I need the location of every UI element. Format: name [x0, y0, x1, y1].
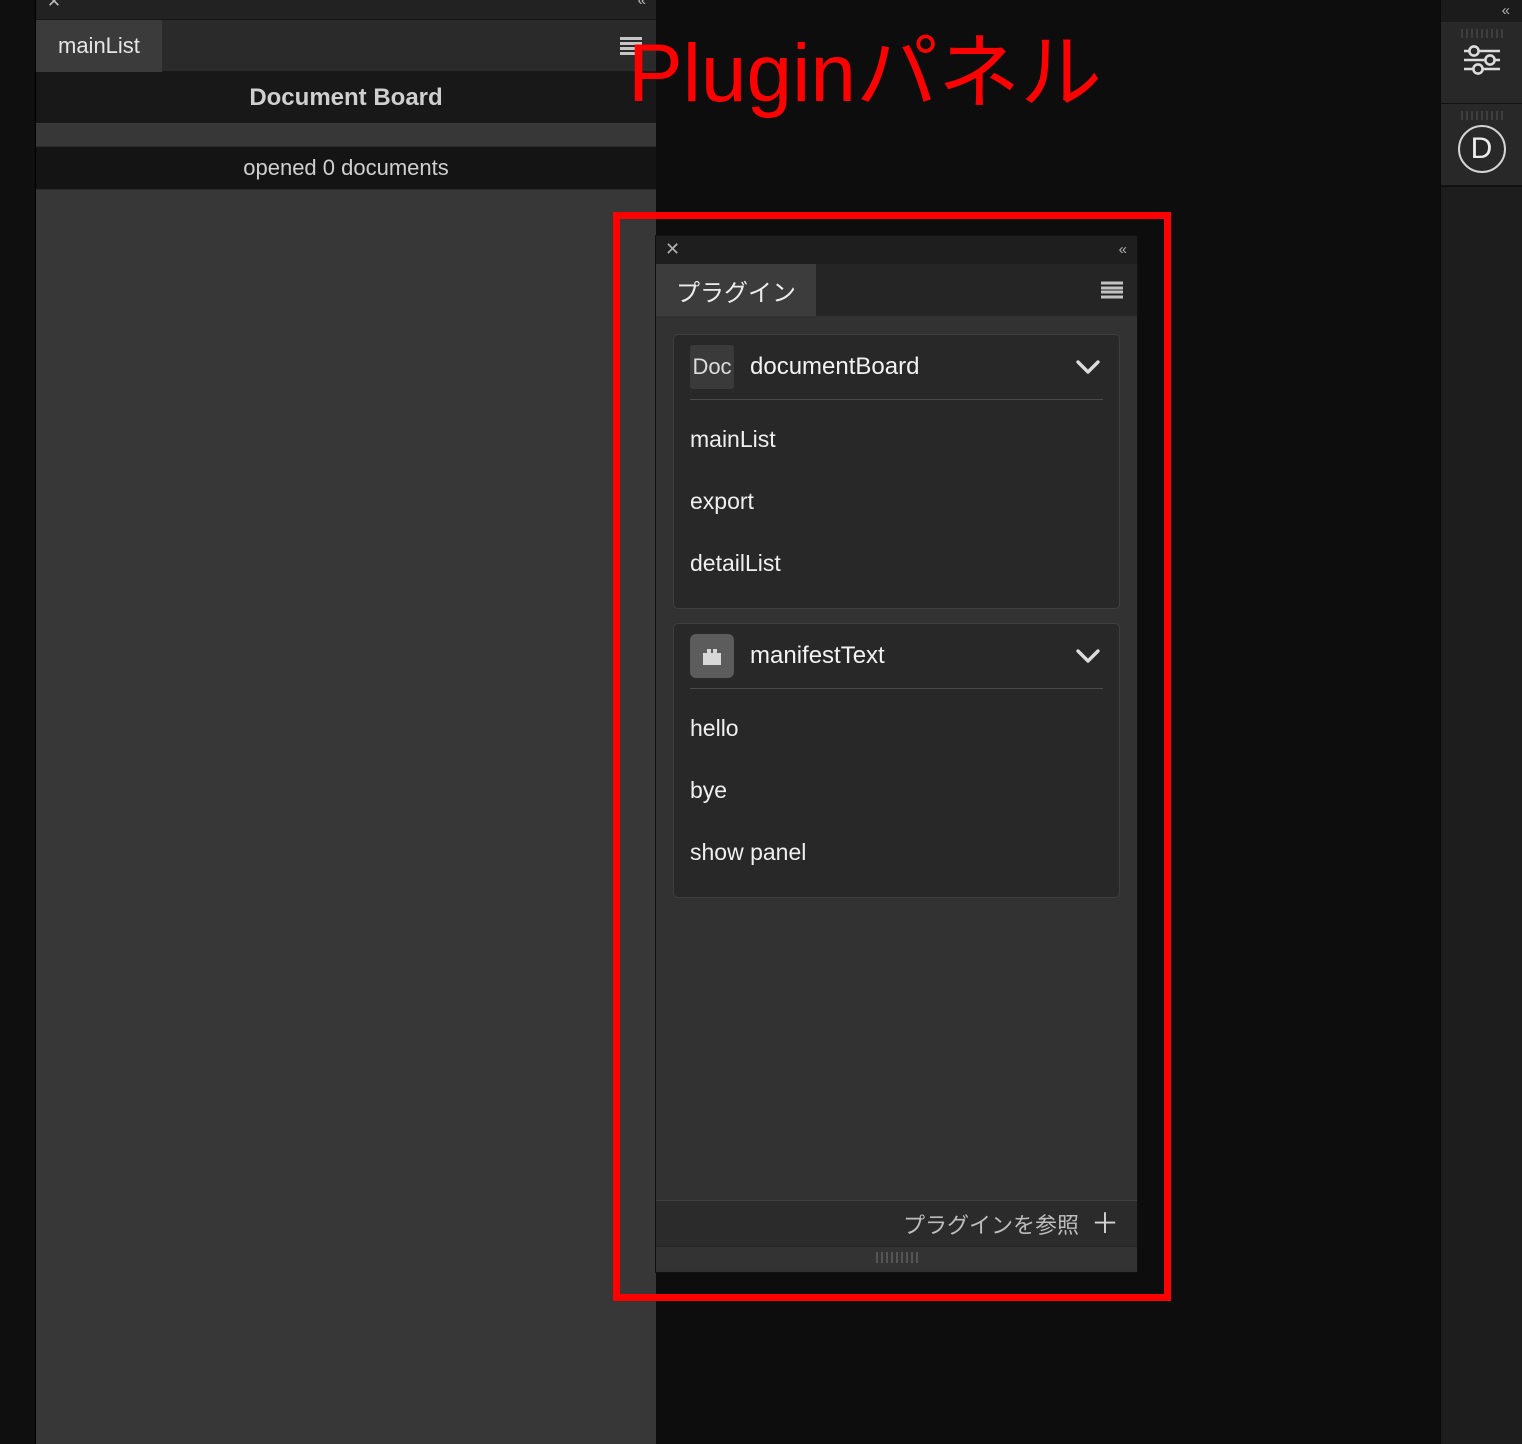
- circle-d-button[interactable]: D: [1441, 104, 1522, 186]
- hamburger-line: [1101, 295, 1123, 298]
- right-toolbar: «: [1440, 0, 1522, 1444]
- plugin-panel: ✕ « プラグイン Doc documentBoard: [656, 236, 1137, 1272]
- grip-line: [891, 1252, 893, 1263]
- document-board-panel: ✕ « mainList Document Board opened 0 doc…: [36, 0, 656, 1444]
- right-toolbar-empty-area: [1441, 186, 1522, 1408]
- hamburger-icon[interactable]: [1101, 282, 1123, 299]
- left-panel-titlebar: ✕ «: [36, 0, 656, 20]
- resize-grip[interactable]: [656, 1246, 1137, 1268]
- document-placeholder-icon: Doc: [690, 345, 734, 389]
- list-item[interactable]: show panel: [674, 821, 1119, 883]
- annotation-label: Pluginパネル: [628, 33, 1102, 115]
- grip-line: [886, 1252, 888, 1263]
- list-item[interactable]: mainList: [674, 408, 1119, 470]
- list-item[interactable]: bye: [674, 759, 1119, 821]
- browse-plugins-label: プラグインを参照: [903, 1208, 1079, 1240]
- grip-line: [916, 1252, 918, 1263]
- browse-plugins-button[interactable]: プラグインを参照 ＋: [656, 1200, 1137, 1246]
- tab-plugins-label: プラグイン: [676, 273, 796, 308]
- collapse-icon[interactable]: «: [1119, 240, 1125, 260]
- plugin-card-header[interactable]: manifestText: [674, 624, 1119, 688]
- chevron-down-icon[interactable]: [1073, 359, 1103, 375]
- hamburger-line: [1101, 282, 1123, 285]
- grip-line: [901, 1252, 903, 1263]
- grip-line: [906, 1252, 908, 1263]
- drag-grip: [1461, 111, 1503, 120]
- plugin-card-documentboard: Doc documentBoard mainList export detail…: [673, 334, 1120, 609]
- page-title: Document Board: [36, 72, 656, 124]
- grip-line: [881, 1252, 883, 1263]
- list-item[interactable]: hello: [674, 697, 1119, 759]
- plugin-command-list: mainList export detailList: [674, 400, 1119, 608]
- sliders-properties-icon: [1459, 41, 1505, 84]
- tab-mainlist[interactable]: mainList: [36, 20, 162, 72]
- chevron-down-icon[interactable]: [1073, 648, 1103, 664]
- grip-lines: [876, 1252, 918, 1263]
- left-dock-strip: [0, 0, 36, 1444]
- plus-icon: ＋: [1091, 1210, 1119, 1238]
- plugin-list: Doc documentBoard mainList export detail…: [656, 316, 1137, 1214]
- list-item[interactable]: export: [674, 470, 1119, 532]
- status-text: opened 0 documents: [36, 146, 656, 190]
- plugin-panel-titlebar: ✕ «: [656, 236, 1137, 264]
- hamburger-line: [1101, 286, 1123, 289]
- grip-line: [911, 1252, 913, 1263]
- plugin-command-list: hello bye show panel: [674, 689, 1119, 897]
- tab-plugins[interactable]: プラグイン: [656, 264, 816, 316]
- plugin-panel-tabbar: プラグイン: [656, 264, 1137, 316]
- left-panel-tabbar: mainList: [36, 20, 656, 72]
- circle-d-icon: D: [1458, 125, 1506, 173]
- close-icon[interactable]: ✕: [665, 239, 680, 259]
- grip-line: [896, 1252, 898, 1263]
- plugin-card-header[interactable]: Doc documentBoard: [674, 335, 1119, 399]
- close-icon[interactable]: ✕: [45, 0, 63, 11]
- panel-spacer: [36, 124, 656, 146]
- plugin-brick-icon: [690, 634, 734, 678]
- hamburger-line: [1101, 291, 1123, 294]
- list-item[interactable]: detailList: [674, 532, 1119, 594]
- plugin-card-manifesttext: manifestText hello bye show panel: [673, 623, 1120, 898]
- drag-grip: [1461, 29, 1503, 38]
- app-root: ✕ « mainList Document Board opened 0 doc…: [0, 0, 1522, 1444]
- plugin-card-name: manifestText: [750, 642, 1073, 670]
- collapse-icon[interactable]: «: [1502, 1, 1508, 21]
- right-toolbar-titlebar: «: [1441, 0, 1522, 22]
- plugin-card-name: documentBoard: [750, 353, 1073, 381]
- document-placeholder-icon-text: Doc: [692, 354, 731, 380]
- tab-mainlist-label: mainList: [58, 33, 140, 59]
- sliders-properties-button[interactable]: [1441, 22, 1522, 104]
- grip-line: [876, 1252, 878, 1263]
- collapse-icon[interactable]: «: [638, 0, 644, 10]
